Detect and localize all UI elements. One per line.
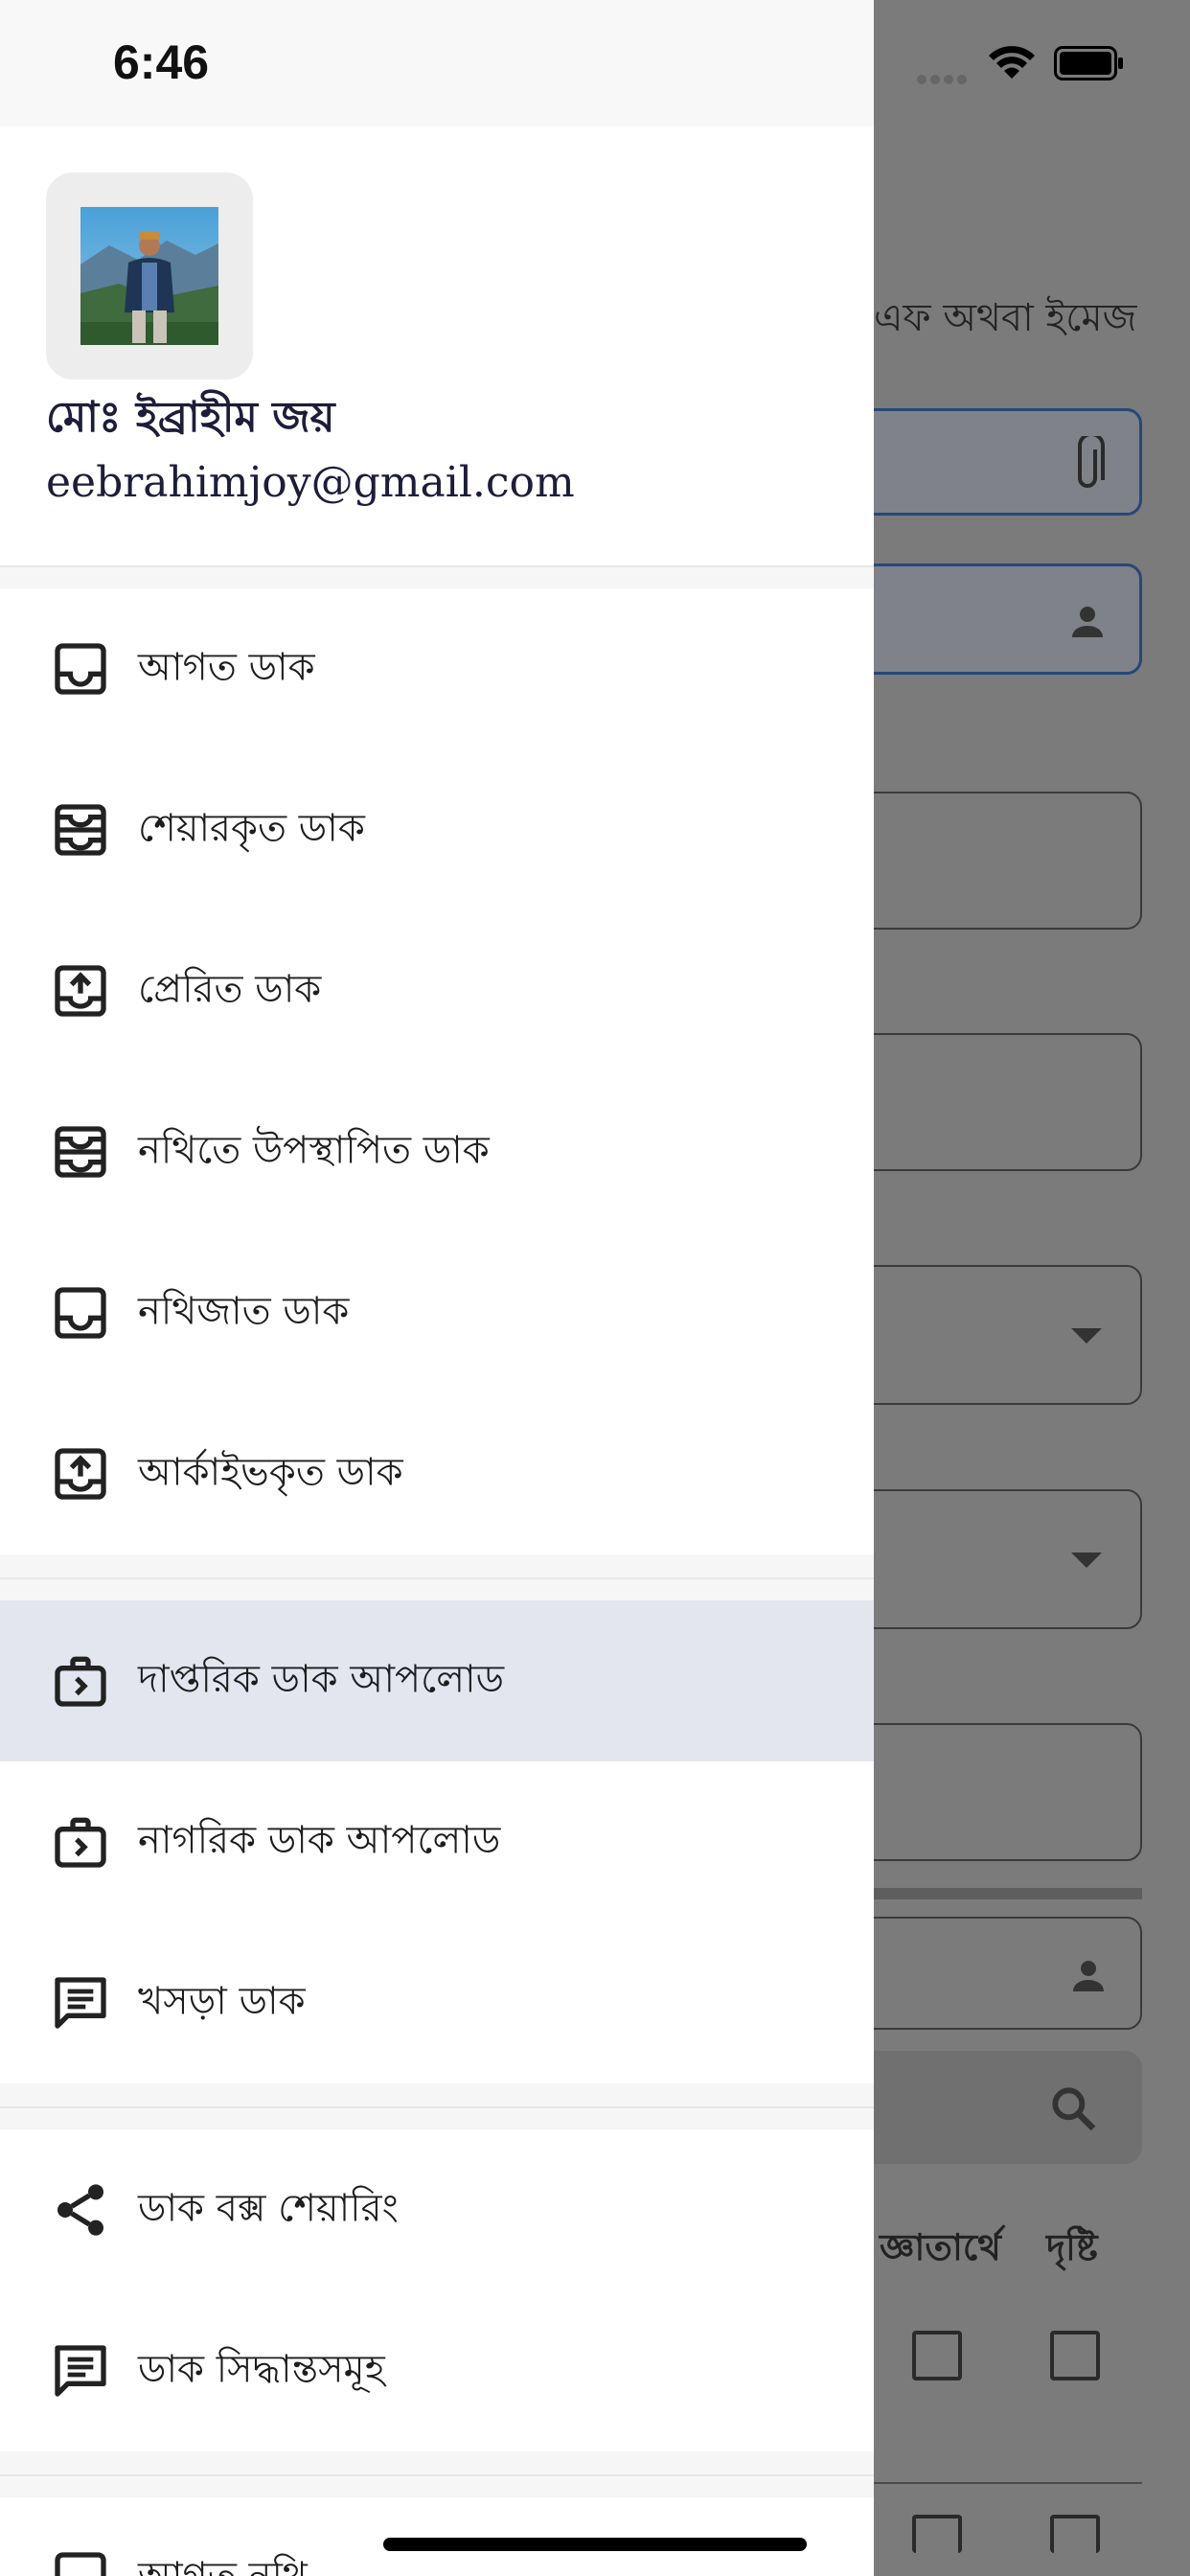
section-gap bbox=[0, 2476, 874, 2497]
home-indicator[interactable] bbox=[383, 2538, 807, 2551]
column-header-info: জ্ঞাতার্থে bbox=[880, 2226, 1001, 2268]
menu-item-draft-dak[interactable]: খসড়া ডাক bbox=[0, 1922, 874, 2083]
menu-item-label: আগত নথি bbox=[138, 2546, 308, 2576]
menu-item-label: দাপ্তরিক ডাক আপলোড bbox=[138, 1657, 505, 1702]
chevron-down-icon bbox=[1071, 1552, 1102, 1568]
outbox-upload-icon bbox=[55, 1448, 106, 1500]
wifi-icon bbox=[989, 46, 1035, 79]
section-gap bbox=[0, 567, 874, 588]
column-header-view: দৃষ্টি bbox=[1046, 2226, 1098, 2268]
attachment-hint-text: এফ অথবা ইমেজ bbox=[874, 296, 1137, 340]
search-bar[interactable] bbox=[874, 2051, 1142, 2164]
shared-tray-icon bbox=[55, 1126, 106, 1178]
menu-item-label: আর্কাইভকৃত ডাক bbox=[138, 1450, 403, 1495]
inbox-icon bbox=[55, 1287, 106, 1339]
menu-item-label: নথিতে উপস্থাপিত ডাক bbox=[138, 1128, 490, 1173]
inbox-icon bbox=[55, 2552, 106, 2576]
message-icon bbox=[55, 2345, 106, 2397]
outbox-upload-icon bbox=[55, 965, 106, 1017]
menu-item-label: ডাক বক্স শেয়ারিং bbox=[138, 2186, 399, 2231]
person-icon bbox=[1073, 1961, 1104, 1991]
avatar[interactable] bbox=[46, 172, 253, 380]
section-gap bbox=[0, 1554, 874, 1577]
menu-item-label: আগত ডাক bbox=[138, 645, 315, 690]
profile-name: মোঃ ইব্রাহীম জয় bbox=[46, 393, 335, 442]
section-gap bbox=[0, 1579, 874, 1600]
menu-item-official-dak-upload[interactable]: দাপ্তরিক ডাক আপলোড bbox=[0, 1600, 874, 1761]
signal-dots-icon bbox=[916, 71, 970, 84]
menu-item-label: খসড়া ডাক bbox=[138, 1979, 306, 2024]
navigation-drawer: 6:46 মোঃ ইব্রাহীম জয় eebrahimjoy@gmail.… bbox=[0, 0, 874, 2576]
chevron-down-icon bbox=[1071, 1328, 1102, 1344]
checkbox-info-2[interactable] bbox=[912, 2515, 962, 2553]
menu-item-label: ডাক সিদ্ধান্তসমূহ bbox=[138, 2347, 385, 2392]
menu-item-filed-dak[interactable]: নথিজাত ডাক bbox=[0, 1232, 874, 1393]
status-time: 6:46 bbox=[113, 35, 210, 89]
battery-icon bbox=[1054, 46, 1123, 80]
menu-item-sent-dak[interactable]: প্রেরিত ডাক bbox=[0, 910, 874, 1071]
progress-divider bbox=[874, 1888, 1142, 1899]
menu-item-incoming-file[interactable]: আগত নথি bbox=[0, 2497, 874, 2576]
menu-item-archived-dak[interactable]: আর্কাইভকৃত ডাক bbox=[0, 1393, 874, 1554]
briefcase-upload-icon bbox=[55, 1656, 106, 1707]
menu-item-shared-dak[interactable]: শেয়ারকৃত ডাক bbox=[0, 749, 874, 910]
briefcase-upload-icon bbox=[55, 1817, 106, 1868]
search-icon bbox=[1052, 2087, 1096, 2131]
inbox-icon bbox=[55, 643, 106, 695]
shared-tray-icon bbox=[55, 804, 106, 856]
profile-photo bbox=[80, 207, 218, 345]
menu-item-label: নাগরিক ডাক আপলোড bbox=[138, 1818, 501, 1863]
menu-item-dak-box-sharing[interactable]: ডাক বক্স শেয়ারিং bbox=[0, 2129, 874, 2290]
checkbox-view[interactable] bbox=[1050, 2331, 1100, 2380]
menu-item-label: নথিজাত ডাক bbox=[138, 1289, 350, 1334]
menu-item-incoming-dak[interactable]: আগত ডাক bbox=[0, 588, 874, 749]
checkbox-info[interactable] bbox=[912, 2331, 962, 2380]
menu-item-dak-decisions[interactable]: ডাক সিদ্ধান্তসমূহ bbox=[0, 2290, 874, 2451]
paperclip-icon bbox=[1078, 436, 1105, 488]
menu-item-citizen-dak-upload[interactable]: নাগরিক ডাক আপলোড bbox=[0, 1761, 874, 1922]
message-icon bbox=[55, 1977, 106, 2029]
section-gap bbox=[0, 2108, 874, 2129]
profile-email: eebrahimjoy@gmail.com bbox=[46, 458, 575, 507]
menu-item-label: শেয়ারকৃত ডাক bbox=[138, 806, 365, 851]
checkbox-view-2[interactable] bbox=[1050, 2515, 1100, 2553]
section-gap bbox=[0, 2451, 874, 2474]
person-icon bbox=[1072, 607, 1103, 637]
status-bar: 6:46 bbox=[0, 0, 874, 126]
row-divider bbox=[874, 2482, 1142, 2484]
share-icon bbox=[57, 2184, 103, 2236]
menu-item-label: প্রেরিত ডাক bbox=[138, 967, 322, 1012]
menu-item-presented-in-file-dak[interactable]: নথিতে উপস্থাপিত ডাক bbox=[0, 1071, 874, 1232]
section-gap bbox=[0, 2083, 874, 2106]
